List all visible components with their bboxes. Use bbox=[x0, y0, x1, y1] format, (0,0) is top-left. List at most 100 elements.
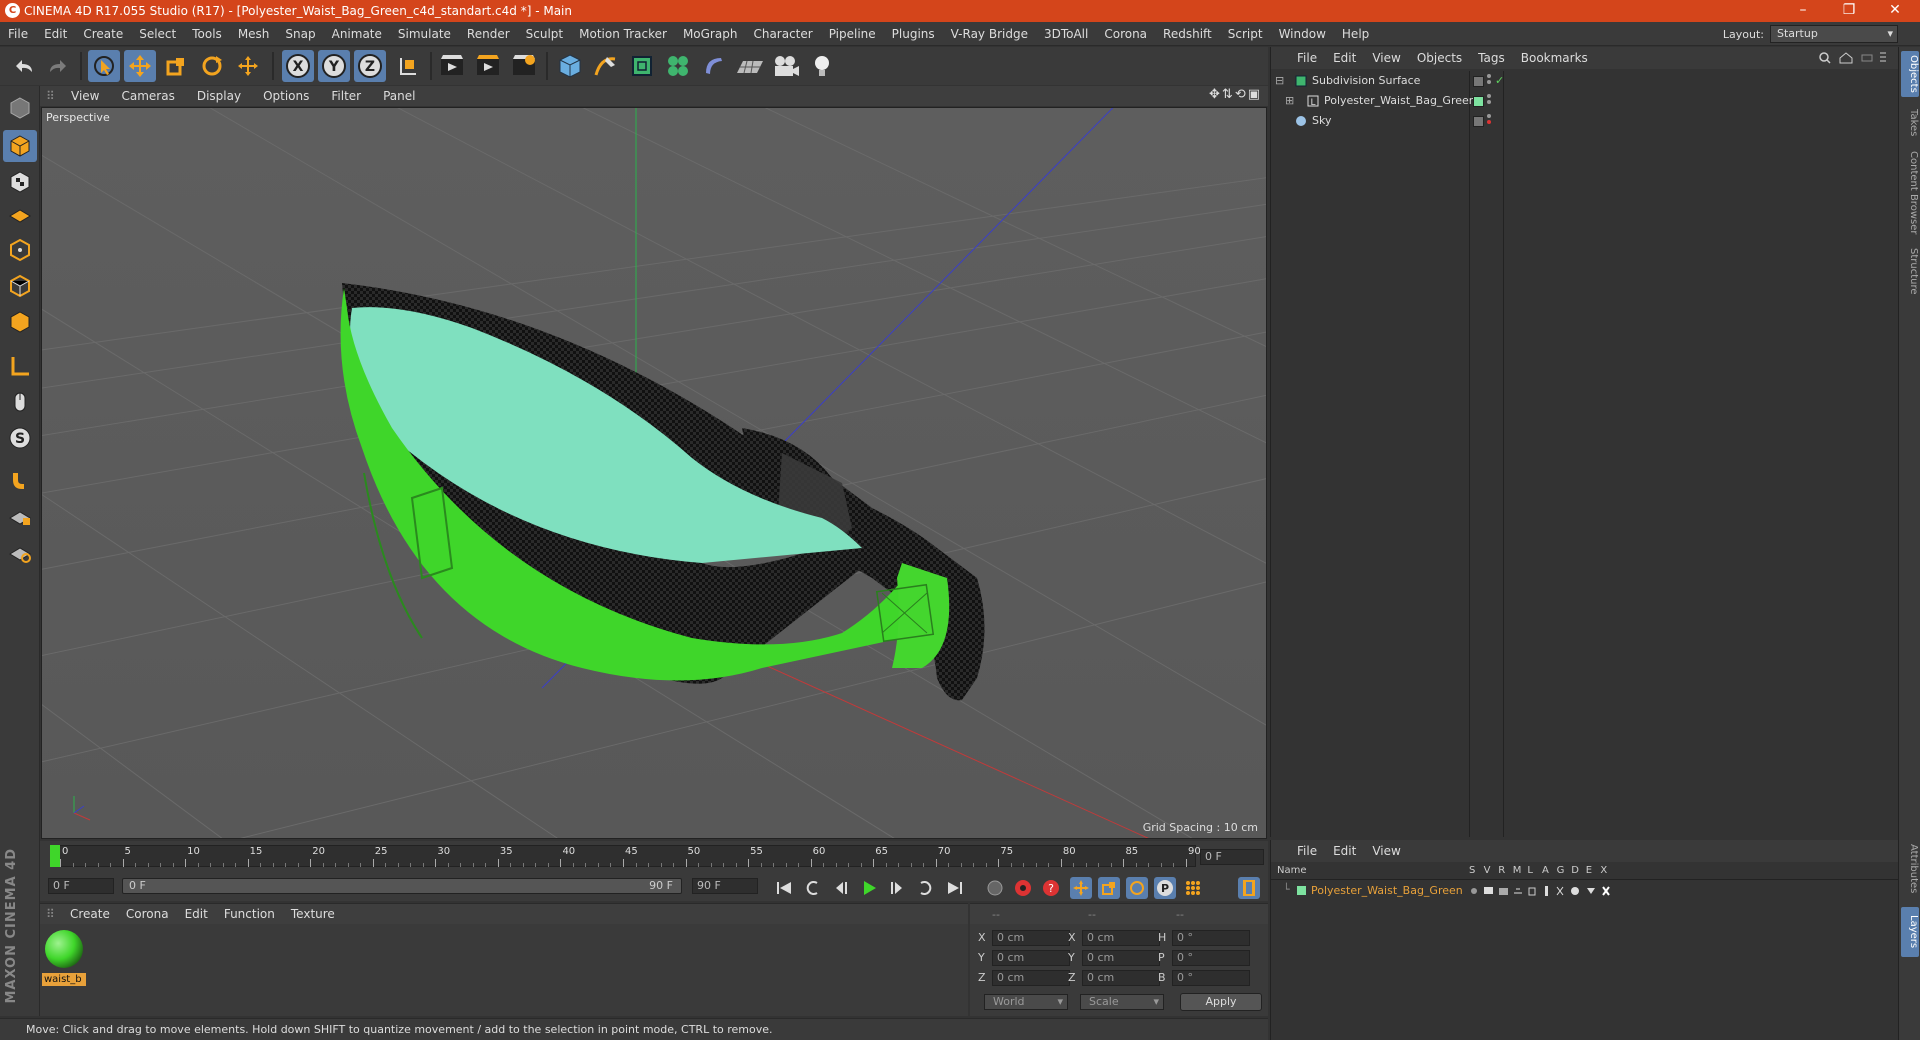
object-row[interactable]: Sky bbox=[1271, 111, 1899, 131]
coord-value-field[interactable]: 0 ° bbox=[1172, 970, 1250, 986]
next-key-icon[interactable] bbox=[914, 877, 936, 899]
layer-column-x[interactable]: X bbox=[1600, 865, 1607, 876]
close-button[interactable]: ✕ bbox=[1872, 0, 1918, 22]
vp-menu-filter[interactable]: Filter bbox=[320, 89, 372, 103]
vp-menu-options[interactable]: Options bbox=[252, 89, 320, 103]
layer-column-l[interactable]: L bbox=[1527, 865, 1533, 876]
layer-row[interactable]: └ Polyester_Waist_Bag_Green bbox=[1271, 882, 1899, 900]
visibility-dots-icon[interactable] bbox=[1487, 114, 1493, 128]
texture-mode-icon[interactable] bbox=[3, 166, 37, 198]
timeline-window-icon[interactable] bbox=[1238, 877, 1260, 899]
point-level-animation-icon[interactable] bbox=[1182, 877, 1204, 899]
undo-icon[interactable] bbox=[8, 50, 40, 82]
viewport-nav-icons[interactable]: ✥⇅⟲▣ bbox=[1209, 87, 1262, 102]
model-mode-icon[interactable] bbox=[3, 130, 37, 162]
layer-menu-edit[interactable]: Edit bbox=[1325, 844, 1364, 858]
tree-expand-icon[interactable]: ⊞ bbox=[1285, 91, 1294, 111]
material-swatch[interactable]: waist_b bbox=[42, 928, 86, 986]
live-selection-icon[interactable] bbox=[88, 50, 120, 82]
start-frame-field[interactable]: 0 F bbox=[48, 878, 114, 894]
layer-column-g[interactable]: G bbox=[1557, 865, 1565, 876]
timeline-playhead[interactable] bbox=[50, 845, 60, 867]
enabled-check-icon[interactable]: ✓ bbox=[1495, 71, 1504, 91]
obj-menu-objects[interactable]: Objects bbox=[1409, 51, 1470, 65]
menu-mograph[interactable]: MoGraph bbox=[675, 27, 746, 41]
coord-mode-dropdown[interactable]: World ▾ bbox=[984, 994, 1068, 1010]
menu-animate[interactable]: Animate bbox=[324, 27, 390, 41]
scale-key-icon[interactable] bbox=[1098, 877, 1120, 899]
rotation-key-icon[interactable] bbox=[1126, 877, 1148, 899]
x-axis-lock-icon[interactable]: X bbox=[282, 50, 314, 82]
menu-edit[interactable]: Edit bbox=[36, 27, 75, 41]
workplane-mode-icon[interactable] bbox=[3, 198, 37, 230]
layer-column-r[interactable]: R bbox=[1498, 865, 1505, 876]
maximize-button[interactable]: ❐ bbox=[1826, 0, 1872, 22]
next-frame-icon[interactable] bbox=[886, 877, 908, 899]
menu-help[interactable]: Help bbox=[1334, 27, 1377, 41]
record-keys-icon[interactable] bbox=[984, 877, 1006, 899]
camera-icon[interactable] bbox=[770, 50, 802, 82]
frame-range-slider[interactable]: 0 F 90 F bbox=[122, 878, 682, 894]
layer-column-a[interactable]: A bbox=[1542, 865, 1549, 876]
side-tab-content-browser[interactable]: Content Browser bbox=[1901, 147, 1919, 239]
tweak-mode-icon[interactable] bbox=[3, 386, 37, 418]
coord-value-field[interactable]: 0 ° bbox=[1172, 930, 1250, 946]
current-frame-field[interactable]: 0 F bbox=[1200, 849, 1264, 865]
obj-menu-file[interactable]: File bbox=[1289, 51, 1325, 65]
pen-spline-icon[interactable] bbox=[590, 50, 622, 82]
object-name[interactable]: Sky bbox=[1312, 111, 1331, 131]
obj-menu-view[interactable]: View bbox=[1364, 51, 1408, 65]
vp-menu-cameras[interactable]: Cameras bbox=[110, 89, 185, 103]
prev-key-icon[interactable] bbox=[802, 877, 824, 899]
layer-name[interactable]: Polyester_Waist_Bag_Green bbox=[1311, 884, 1463, 897]
layer-menu-view[interactable]: View bbox=[1364, 844, 1408, 858]
mat-menu-create[interactable]: Create bbox=[62, 907, 118, 921]
apply-button[interactable]: Apply bbox=[1180, 993, 1262, 1011]
menu-3dtoall[interactable]: 3DToAll bbox=[1036, 27, 1096, 41]
layer-column-s[interactable]: S bbox=[1469, 865, 1475, 876]
vp-menu-display[interactable]: Display bbox=[186, 89, 252, 103]
scale-tool-icon[interactable] bbox=[160, 50, 192, 82]
coord-value-field[interactable]: 0 ° bbox=[1172, 950, 1250, 966]
make-editable-icon[interactable] bbox=[3, 92, 37, 124]
menu-create[interactable]: Create bbox=[75, 27, 131, 41]
parameter-key-icon[interactable]: P bbox=[1154, 877, 1176, 899]
side-tab-layers[interactable]: Layers bbox=[1901, 907, 1919, 957]
timeline-ruler[interactable]: 0 5 10 15 20 25 30 35 40 45 50 55 60 65 70 75 80 85 90 0 F bbox=[40, 841, 1268, 873]
deformer-icon[interactable] bbox=[698, 50, 730, 82]
vp-menu-panel[interactable]: Panel bbox=[372, 89, 426, 103]
coord-value-field[interactable]: 0 cm bbox=[992, 950, 1070, 966]
side-tab-attributes[interactable]: Attributes bbox=[1901, 837, 1919, 901]
menu-plugins[interactable]: Plugins bbox=[884, 27, 943, 41]
move-tool-icon[interactable] bbox=[124, 50, 156, 82]
axis-mode-icon[interactable] bbox=[3, 350, 37, 382]
menu-sculpt[interactable]: Sculpt bbox=[518, 27, 571, 41]
color-tag-icon[interactable] bbox=[1473, 96, 1484, 107]
keyframe-selection-icon[interactable]: ? bbox=[1040, 877, 1062, 899]
vp-menu-view[interactable]: View bbox=[60, 89, 110, 103]
coord-value-field[interactable]: 0 cm bbox=[1082, 930, 1160, 946]
layer-menu-file[interactable]: File bbox=[1289, 844, 1325, 858]
layer-column-d[interactable]: D bbox=[1571, 865, 1579, 876]
play-icon[interactable] bbox=[858, 877, 880, 899]
magnet-icon[interactable] bbox=[3, 464, 37, 496]
coord-type-dropdown[interactable]: Scale ▾ bbox=[1080, 994, 1164, 1010]
menu-pipeline[interactable]: Pipeline bbox=[821, 27, 884, 41]
menu-select[interactable]: Select bbox=[131, 27, 184, 41]
visibility-dots-icon[interactable] bbox=[1487, 94, 1493, 108]
menu-corona[interactable]: Corona bbox=[1096, 27, 1155, 41]
layer-column-m[interactable]: M bbox=[1513, 865, 1522, 876]
goto-start-icon[interactable] bbox=[773, 877, 795, 899]
layer-column-v[interactable]: V bbox=[1484, 865, 1491, 876]
obj-menu-bookmarks[interactable]: Bookmarks bbox=[1513, 51, 1596, 65]
object-manager-tool-icons[interactable] bbox=[1818, 51, 1890, 65]
menu-file[interactable]: File bbox=[0, 27, 36, 41]
light-icon[interactable] bbox=[806, 50, 838, 82]
menu-script[interactable]: Script bbox=[1220, 27, 1271, 41]
render-settings-icon[interactable] bbox=[508, 50, 540, 82]
end-frame-field[interactable]: 90 F bbox=[692, 878, 758, 894]
mat-menu-texture[interactable]: Texture bbox=[283, 907, 343, 921]
menu-mesh[interactable]: Mesh bbox=[230, 27, 278, 41]
3d-viewport[interactable]: Perspective Grid Spacing : 10 cm bbox=[41, 107, 1267, 839]
object-row[interactable]: ⊟ Subdivision Surface ✓ bbox=[1271, 71, 1899, 91]
